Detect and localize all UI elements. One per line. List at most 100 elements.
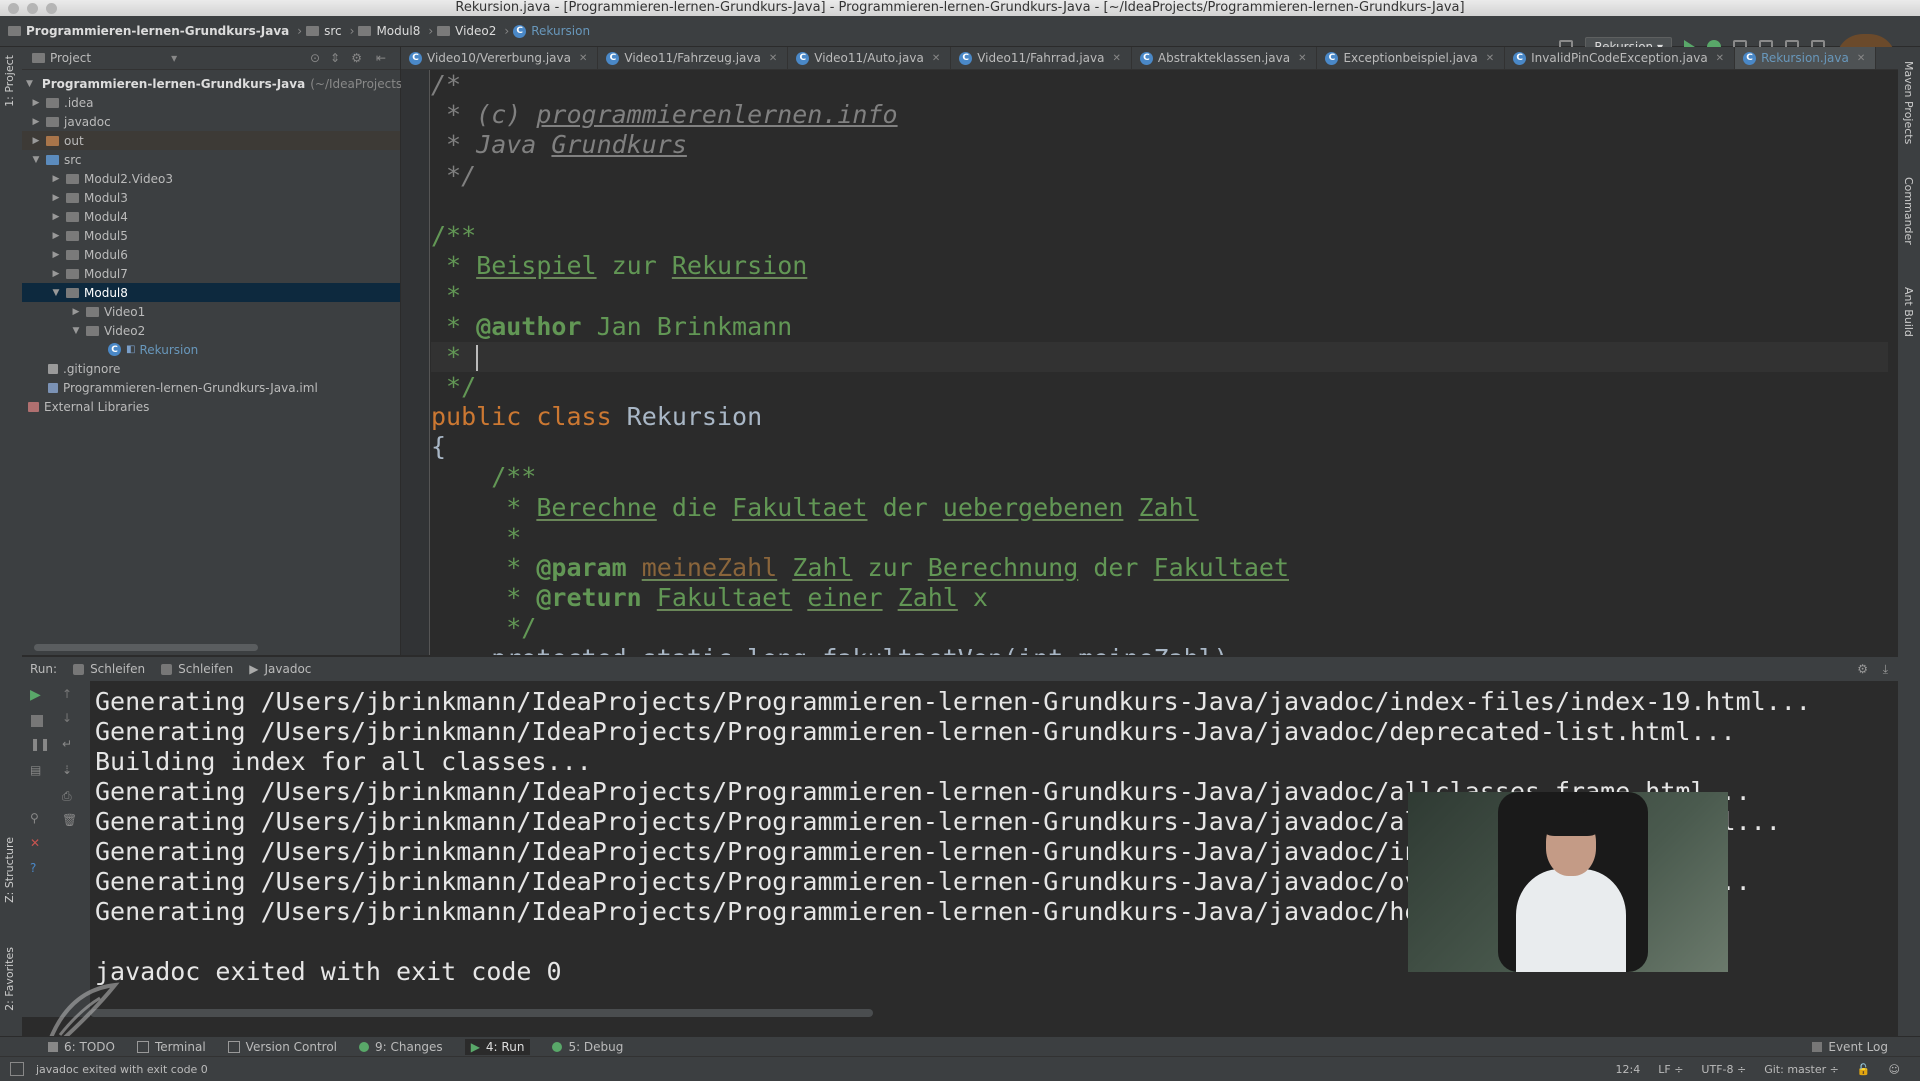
horizontal-scrollbar[interactable] — [34, 644, 258, 651]
stop-icon[interactable] — [31, 715, 43, 727]
breadcrumb-project[interactable]: Programmieren-lernen-Grundkurs-Java — [26, 24, 289, 38]
help-icon[interactable]: ? — [30, 861, 36, 875]
run-tab[interactable]: Schleifen — [73, 662, 145, 676]
tree-item[interactable]: ▶ Modul3 — [22, 188, 400, 207]
hide-icon[interactable]: ⤓ — [1883, 662, 1888, 677]
chevron-right-icon[interactable]: ▶ — [30, 117, 42, 127]
sync-icon[interactable]: ⊙ — [310, 51, 320, 65]
tool-tab-favorites[interactable]: 2: Favorites — [3, 947, 16, 1011]
tree-item[interactable]: Programmieren-lernen-Grundkurs-Java.iml — [22, 378, 400, 397]
toggle-tool-windows-icon[interactable] — [10, 1062, 24, 1076]
tree-item[interactable]: ▶ Modul5 — [22, 226, 400, 245]
tool-tab-commander[interactable]: Commander — [1902, 177, 1915, 245]
close-icon[interactable]: ✕ — [932, 53, 940, 64]
tree-item[interactable]: .gitignore — [22, 359, 400, 378]
status-message[interactable]: javadoc exited with exit code 0 — [36, 1063, 208, 1076]
dump-icon[interactable]: ▤ — [30, 763, 41, 777]
chevron-right-icon[interactable]: ▶ — [30, 98, 42, 108]
editor-tab-active[interactable]: C Rekursion.java ✕ — [1735, 47, 1877, 69]
chevron-right-icon[interactable]: ▶ — [70, 307, 82, 317]
trash-icon[interactable]: 🗑 — [62, 813, 77, 827]
print-icon[interactable]: ⎙ — [62, 789, 72, 804]
editor-tab[interactable]: C Video11/Auto.java ✕ — [788, 47, 952, 69]
tree-item[interactable]: ▼ src — [22, 150, 400, 169]
tool-event-log[interactable]: Event Log — [1812, 1040, 1888, 1054]
run-tab[interactable]: Schleifen — [161, 662, 233, 676]
code-content[interactable]: /* * (c) programmierenlernen.info * Java… — [431, 70, 1888, 655]
close-icon[interactable]: ✕ — [769, 53, 777, 64]
close-icon[interactable]: ✕ — [1298, 53, 1306, 64]
tool-changes[interactable]: 9: Changes — [359, 1040, 443, 1054]
close-icon[interactable]: ✕ — [1716, 53, 1724, 64]
tree-item[interactable]: ▶ Modul6 — [22, 245, 400, 264]
tree-item[interactable]: ▼ Video2 — [22, 321, 400, 340]
pause-icon[interactable]: ❚❚ — [30, 737, 50, 751]
inspector-icon[interactable]: ☺ — [1889, 1063, 1900, 1076]
editor-tab[interactable]: C Video11/Fahrrad.java ✕ — [951, 47, 1132, 69]
lock-icon[interactable]: 🔓 — [1857, 1063, 1871, 1076]
tool-version-control[interactable]: Version Control — [227, 1040, 337, 1054]
close-window-button[interactable] — [8, 3, 19, 14]
editor-tab[interactable]: C Video10/Vererbung.java ✕ — [401, 47, 599, 69]
tool-tab-maven[interactable]: Maven Projects — [1902, 61, 1915, 144]
chevron-right-icon[interactable]: ▶ — [50, 174, 62, 184]
tool-tab-ant[interactable]: Ant Build — [1902, 287, 1915, 337]
chevron-down-icon[interactable]: ▼ — [50, 288, 62, 298]
line-separator[interactable]: LF ÷ — [1658, 1063, 1683, 1076]
arrow-down-icon[interactable]: ↓ — [62, 711, 72, 725]
chevron-right-icon[interactable]: ▶ — [50, 269, 62, 279]
rerun-icon[interactable]: ▶ — [30, 687, 41, 703]
close-icon[interactable]: ✕ — [579, 53, 587, 64]
arrow-up-icon[interactable]: ↑ — [62, 687, 72, 701]
chevron-down-icon[interactable]: ▼ — [30, 155, 42, 165]
gear-icon[interactable]: ⚙ — [1857, 662, 1868, 676]
chevron-right-icon[interactable]: ▶ — [30, 136, 42, 146]
close-icon[interactable]: ✕ — [1112, 53, 1120, 64]
chevron-down-icon[interactable]: ▼ — [26, 79, 33, 89]
close-icon[interactable]: ✕ — [30, 836, 40, 850]
caret-position[interactable]: 12:4 — [1616, 1063, 1641, 1076]
chevron-down-icon[interactable]: ▼ — [70, 326, 82, 336]
collapse-icon[interactable]: ⇕ — [330, 51, 340, 65]
editor-tab[interactable]: C InvalidPinCodeException.java ✕ — [1505, 47, 1736, 69]
zoom-window-button[interactable] — [46, 3, 57, 14]
tree-item[interactable]: ▶ javadoc — [22, 112, 400, 131]
editor-tab[interactable]: C Video11/Fahrzeug.java ✕ — [598, 47, 789, 69]
code-editor[interactable]: /* * (c) programmierenlernen.info * Java… — [401, 70, 1898, 655]
breadcrumb-video2[interactable]: Video2 — [455, 24, 496, 38]
chevron-right-icon[interactable]: ▶ — [50, 250, 62, 260]
chevron-down-icon[interactable]: ▾ — [171, 51, 177, 65]
tree-item[interactable]: ▶ Modul4 — [22, 207, 400, 226]
tree-item[interactable]: ▼ Programmieren-lernen-Grundkurs-Java (~… — [22, 74, 413, 93]
close-icon[interactable]: ✕ — [1486, 53, 1494, 64]
tree-item[interactable]: ▶ Modul2.Video3 — [22, 169, 400, 188]
wrap-icon[interactable]: ↵ — [62, 737, 72, 751]
tree-item[interactable]: ▶ out — [22, 131, 400, 150]
breadcrumb-src[interactable]: src — [324, 24, 342, 38]
tool-tab-project[interactable]: 1: Project — [3, 55, 16, 107]
editor-tab[interactable]: C Exceptionbeispiel.java ✕ — [1317, 47, 1506, 69]
gear-icon[interactable]: ⚙ — [351, 51, 362, 65]
tool-debug[interactable]: 5: Debug — [552, 1040, 623, 1054]
file-encoding[interactable]: UTF-8 ÷ — [1701, 1063, 1746, 1076]
editor-tab[interactable]: C Abstrakteklassen.java ✕ — [1132, 47, 1318, 69]
tree-item[interactable]: External Libraries — [22, 397, 400, 416]
project-view-select[interactable]: Project — [50, 51, 91, 65]
breadcrumb-modul8[interactable]: Modul8 — [376, 24, 420, 38]
tool-todo[interactable]: 6: TODO — [48, 1040, 115, 1054]
tree-item[interactable]: ▶ Video1 — [22, 302, 400, 321]
minimize-window-button[interactable] — [27, 3, 38, 14]
tree-item-selected[interactable]: ▼ Modul8 — [22, 283, 400, 302]
tree-item[interactable]: ▶ Modul7 — [22, 264, 400, 283]
tree-item[interactable]: C ◧ Rekursion — [22, 340, 400, 359]
editor-gutter[interactable] — [401, 70, 430, 655]
tree-item[interactable]: ▶ .idea — [22, 93, 400, 112]
tool-terminal[interactable]: Terminal — [136, 1040, 206, 1054]
scroll-end-icon[interactable]: ⇣ — [62, 763, 72, 777]
chevron-right-icon[interactable]: ▶ — [50, 231, 62, 241]
run-tab-active[interactable]: ▶ Javadoc — [249, 662, 311, 676]
tool-tab-structure[interactable]: Z: Structure — [3, 837, 16, 903]
close-icon[interactable]: ✕ — [1857, 53, 1865, 64]
hide-panel-icon[interactable]: ⇤ — [376, 51, 386, 65]
pin-icon[interactable]: ⚲ — [30, 811, 39, 825]
